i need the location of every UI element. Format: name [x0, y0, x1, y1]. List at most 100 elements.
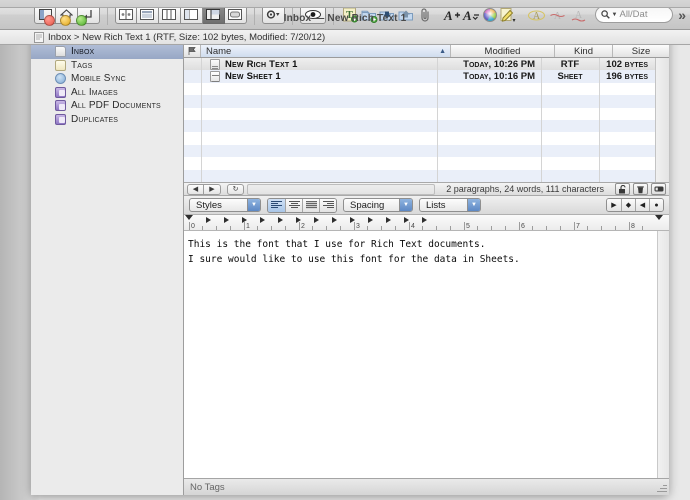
tab-stop-marker[interactable]: [314, 217, 319, 223]
spacing-popup-label: Spacing: [350, 199, 385, 211]
tab-stop-marker[interactable]: [278, 217, 283, 223]
document-line: I sure would like to use this font for t…: [188, 254, 520, 265]
sidebar-item-duplicates[interactable]: Duplicates: [31, 113, 183, 127]
sidebar-item-inbox[interactable]: Inbox: [31, 45, 183, 59]
styles-popup-label: Styles: [196, 199, 222, 211]
sidebar-item-label: Tags: [71, 59, 93, 71]
file-list-scrollbar[interactable]: [655, 58, 669, 182]
format-nub-group: ▶ ◆ ◀ ●: [606, 198, 664, 212]
sidebar-item-all-images[interactable]: All Images: [31, 86, 183, 100]
breadcrumb-text: Inbox > New Rich Text 1 (RTF, Size: 102 …: [48, 31, 326, 43]
lists-popup-label: Lists: [426, 199, 446, 211]
trash-button[interactable]: [633, 183, 648, 195]
table-row-empty: [184, 119, 655, 133]
chevron-down-icon[interactable]: ▼: [467, 199, 480, 211]
table-row-empty: [184, 83, 655, 95]
resize-grip[interactable]: [656, 482, 667, 493]
tag-bar[interactable]: No Tags: [184, 478, 669, 495]
sidebar-item-label: Inbox: [71, 46, 95, 58]
inspector-button[interactable]: [651, 183, 666, 195]
breadcrumb[interactable]: Inbox > New Rich Text 1 (RTF, Size: 102 …: [0, 30, 690, 45]
lock-button[interactable]: [615, 183, 630, 195]
left-indent-marker[interactable]: [185, 215, 193, 220]
circle-nub-button[interactable]: ●: [649, 199, 663, 211]
chevron-down-icon[interactable]: ▼: [247, 199, 260, 211]
row-modified-cell: Today, 10:26 PM: [463, 58, 535, 70]
column-header-size[interactable]: Size: [613, 45, 669, 57]
sidebar-item-label: Mobile Sync: [71, 73, 126, 85]
table-row-empty: [184, 132, 655, 144]
row-name-cell[interactable]: New Rich Text 1: [201, 58, 437, 70]
sort-ascending-icon: ▲: [439, 47, 446, 55]
window-body: Inbox Tags Mobile Sync All Images All PD…: [31, 45, 669, 495]
column-header-flag[interactable]: [184, 45, 201, 57]
sidebar-item-tags[interactable]: Tags: [31, 59, 183, 73]
back-button[interactable]: ◀: [187, 183, 204, 195]
chevron-down-icon[interactable]: ▼: [399, 199, 412, 211]
forward-button[interactable]: ▶: [204, 183, 221, 195]
sync-icon: [55, 73, 66, 85]
align-justify-button[interactable]: [319, 198, 336, 212]
tab-stop-marker[interactable]: [224, 217, 229, 223]
row-modified-cell: Today, 10:16 PM: [463, 71, 535, 83]
play-nub-button[interactable]: ▶: [607, 199, 621, 211]
format-toolbar: Styles ▼ Spacing ▼ Lists ▼ ▶ ◆ ◀ ●: [184, 196, 669, 215]
tab-stop-marker[interactable]: [404, 217, 409, 223]
tab-stop-marker[interactable]: [350, 217, 355, 223]
smart-group-icon: [55, 100, 66, 112]
spacing-popup[interactable]: Spacing ▼: [343, 198, 413, 212]
document-line: This is the font that I use for Rich Tex…: [188, 239, 486, 250]
sidebar-item-label: Duplicates: [71, 113, 119, 125]
text-ruler[interactable]: 0 1 2 3 4 5 6 7 8: [184, 215, 669, 231]
window-titlebar[interactable]: [0, 0, 690, 8]
inbox-document-icon: [55, 46, 66, 58]
file-list-header: Name ▲ Modified Kind Size: [184, 45, 669, 58]
table-row[interactable]: New Sheet 1 Today, 10:16 PM Sheet 196 by…: [184, 70, 655, 83]
row-kind-cell: RTF: [560, 58, 580, 70]
row-name-text: New Sheet 1: [225, 71, 281, 83]
align-left-button[interactable]: [268, 198, 285, 212]
smart-group-icon: [55, 86, 66, 98]
status-progress-field: [247, 183, 436, 195]
row-name-cell[interactable]: New Sheet 1: [201, 71, 437, 83]
sidebar-item-mobile-sync[interactable]: Mobile Sync: [31, 72, 183, 86]
align-right-button[interactable]: [302, 198, 319, 212]
column-header-label: Name: [206, 45, 232, 57]
back-nub-button[interactable]: ◀: [635, 199, 649, 211]
tab-stop-marker[interactable]: [368, 217, 373, 223]
styles-popup[interactable]: Styles ▼: [189, 198, 261, 212]
table-row-empty: [184, 157, 655, 169]
navigation-button-group: ◀ ▶: [187, 183, 221, 195]
tab-stop-marker[interactable]: [332, 217, 337, 223]
align-center-button[interactable]: [285, 198, 302, 212]
row-kind-cell: Sheet: [557, 71, 583, 83]
table-row[interactable]: New Rich Text 1 Today, 10:26 PM RTF 102 …: [184, 58, 655, 71]
document-scrollbar[interactable]: [657, 231, 669, 478]
tab-stop-marker[interactable]: [242, 217, 247, 223]
document-icon: [34, 31, 44, 43]
column-header-kind[interactable]: Kind: [555, 45, 613, 57]
reload-button[interactable]: ↻: [227, 183, 244, 195]
diamond-nub-button[interactable]: ◆: [621, 199, 635, 211]
right-indent-marker[interactable]: [655, 215, 663, 220]
tab-stop-marker[interactable]: [206, 217, 211, 223]
table-row-empty: [184, 95, 655, 108]
tab-stop-marker[interactable]: [386, 217, 391, 223]
table-row-empty: [184, 144, 655, 158]
column-header-modified[interactable]: Modified: [451, 45, 555, 57]
document-editor[interactable]: This is the font that I use for Rich Tex…: [184, 231, 669, 478]
tab-stop-marker[interactable]: [422, 217, 427, 223]
unlocked-padlock-icon: [619, 184, 626, 193]
column-header-name[interactable]: Name ▲: [201, 45, 451, 57]
rtf-document-icon: [210, 58, 220, 70]
tab-stop-marker[interactable]: [296, 217, 301, 223]
document-text[interactable]: This is the font that I use for Rich Tex…: [184, 231, 669, 267]
table-row-empty: [184, 169, 655, 182]
sidebar-item-all-pdf-documents[interactable]: All PDF Documents: [31, 99, 183, 113]
file-list-rows: New Rich Text 1 Today, 10:26 PM RTF 102 …: [184, 58, 655, 182]
lists-popup[interactable]: Lists ▼: [419, 198, 481, 212]
tag-icon: [55, 59, 66, 71]
alignment-button-group: [267, 197, 337, 213]
column-header-label: Size: [631, 45, 651, 57]
tab-stop-marker[interactable]: [260, 217, 265, 223]
